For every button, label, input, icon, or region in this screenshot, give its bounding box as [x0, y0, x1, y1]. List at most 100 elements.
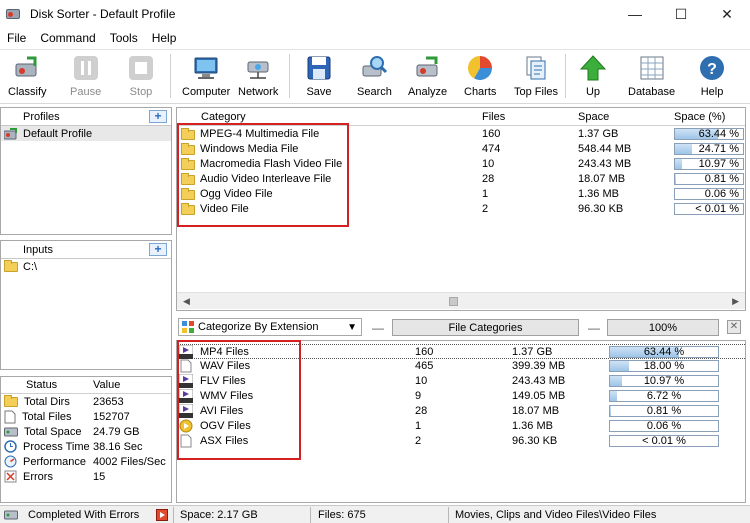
- menu-bar: File Command Tools Help: [0, 28, 750, 48]
- computer-button[interactable]: Computer: [182, 54, 230, 98]
- space-percent-bar: 6.72 %: [609, 390, 719, 402]
- window-title: Disk Sorter - Default Profile: [30, 7, 176, 21]
- profile-icon: [4, 127, 17, 139]
- charts-button[interactable]: Charts: [464, 54, 496, 98]
- status-row: Errors 15: [1, 469, 171, 484]
- pause-button[interactable]: Pause: [70, 54, 101, 98]
- horizontal-scrollbar[interactable]: ◀ ▶: [177, 292, 745, 309]
- status-row: Total Files 152707: [1, 409, 171, 424]
- space-percent-bar: 18.00 %: [609, 360, 719, 372]
- files-col-header[interactable]: Files: [482, 111, 505, 123]
- database-button[interactable]: Database: [628, 54, 675, 98]
- top-files-icon: [526, 56, 546, 80]
- categorize-bar: Categorize By Extension ▼ — File Categor…: [176, 316, 746, 338]
- category-files: 28: [482, 173, 495, 185]
- add-profile-button[interactable]: +: [149, 110, 167, 123]
- scroll-thumb[interactable]: [449, 297, 458, 306]
- extension-space: 96.30 KB: [512, 435, 558, 447]
- space-percent-fill: [675, 174, 676, 184]
- maximize-button[interactable]: ☐: [658, 0, 704, 28]
- space-percent-bar: < 0.01 %: [609, 435, 719, 447]
- category-space: 1.37 GB: [578, 128, 619, 140]
- categorize-combo[interactable]: Categorize By Extension ▼: [178, 318, 362, 336]
- menu-tools[interactable]: Tools: [103, 31, 145, 45]
- separator-dash: —: [588, 321, 600, 335]
- space-percent-bar: < 0.01 %: [674, 203, 744, 215]
- toolbar-separator: [565, 54, 566, 98]
- highlight-box: [177, 340, 301, 460]
- profile-item[interactable]: Default Profile: [1, 126, 171, 141]
- svg-text:?: ?: [707, 61, 717, 78]
- extension-space: 399.39 MB: [512, 360, 566, 372]
- scroll-left-icon[interactable]: ◀: [183, 296, 190, 307]
- menu-file[interactable]: File: [0, 31, 33, 45]
- classify-icon: [15, 56, 37, 77]
- search-icon: [362, 56, 388, 77]
- categorize-icon: [182, 321, 194, 333]
- extension-files: 10: [415, 375, 428, 387]
- performance-icon: [4, 455, 17, 468]
- status-files: Files: 675: [318, 509, 366, 521]
- status-panel: Status Value Total Dirs 23653 Total File…: [0, 376, 172, 503]
- help-button[interactable]: ? Help: [698, 54, 726, 98]
- space-percent-text: 10.97 %: [698, 158, 739, 170]
- space-pct-col-header[interactable]: Space (%): [674, 111, 725, 123]
- space-percent-bar: 10.97 %: [674, 158, 744, 170]
- pause-icon: [73, 56, 98, 80]
- toolbar: Classify Pause Stop Computer Network Sav…: [0, 49, 750, 104]
- extension-space: 149.05 MB: [512, 390, 566, 402]
- status-row: Total Dirs 23653: [1, 394, 171, 409]
- menu-help[interactable]: Help: [145, 31, 184, 45]
- toolbar-separator: [289, 54, 290, 98]
- toolbar-separator: [170, 54, 171, 98]
- add-input-button[interactable]: +: [149, 243, 167, 256]
- database-icon: [640, 56, 664, 80]
- percent-indicator: 100%: [607, 319, 719, 336]
- space-percent-text: 0.81 %: [646, 405, 682, 417]
- folder-icon: [4, 259, 18, 272]
- error-icon: [4, 470, 17, 483]
- scroll-right-icon[interactable]: ▶: [732, 296, 739, 307]
- inputs-header: Inputs: [23, 243, 53, 256]
- status-state: Completed With Errors: [28, 509, 140, 521]
- minimize-button[interactable]: —: [612, 0, 658, 28]
- classify-button[interactable]: Classify: [8, 54, 47, 98]
- space-percent-text: 63.44 %: [698, 128, 739, 140]
- file-categories-button[interactable]: File Categories: [392, 319, 579, 336]
- category-files: 474: [482, 143, 501, 155]
- stop-icon: [129, 56, 153, 80]
- save-button[interactable]: Save: [305, 54, 333, 98]
- space-col-header[interactable]: Space: [578, 111, 609, 123]
- category-files: 2: [482, 203, 489, 215]
- up-button[interactable]: Up: [579, 54, 607, 98]
- category-space: 1.36 MB: [578, 188, 619, 200]
- profiles-panel: Profiles + Default Profile: [0, 107, 172, 235]
- space-percent-text: 0.06 %: [646, 420, 682, 432]
- app-icon: [6, 6, 22, 22]
- computer-icon: [194, 57, 218, 79]
- category-col-header[interactable]: Category: [201, 111, 246, 123]
- space-percent-bar: 0.06 %: [674, 188, 744, 200]
- charts-icon: [468, 55, 493, 81]
- close-button[interactable]: ✕: [704, 0, 750, 28]
- search-button[interactable]: Search: [357, 54, 392, 98]
- highlight-box: [177, 123, 349, 227]
- input-item[interactable]: C:\: [1, 259, 171, 274]
- network-button[interactable]: Network: [238, 54, 278, 98]
- category-files: 1: [482, 188, 489, 200]
- top-files-button[interactable]: Top Files: [514, 54, 558, 98]
- errors-icon[interactable]: [156, 509, 168, 521]
- space-percent-bar: 63.44 %: [609, 346, 719, 358]
- stop-button[interactable]: Stop: [127, 54, 155, 98]
- space-percent-text: 0.06 %: [704, 188, 739, 200]
- status-row: Total Space 24.79 GB: [1, 424, 171, 439]
- help-icon: ?: [700, 56, 724, 80]
- analyze-button[interactable]: Analyze: [408, 54, 447, 98]
- close-pane-button[interactable]: ✕: [727, 320, 741, 334]
- extension-files: 465: [415, 360, 434, 372]
- space-percent-text: < 0.01 %: [642, 435, 686, 447]
- menu-command[interactable]: Command: [33, 31, 102, 45]
- title-bar: Disk Sorter - Default Profile — ☐ ✕: [0, 0, 750, 28]
- profiles-header: Profiles: [23, 110, 60, 123]
- save-icon: [307, 56, 331, 80]
